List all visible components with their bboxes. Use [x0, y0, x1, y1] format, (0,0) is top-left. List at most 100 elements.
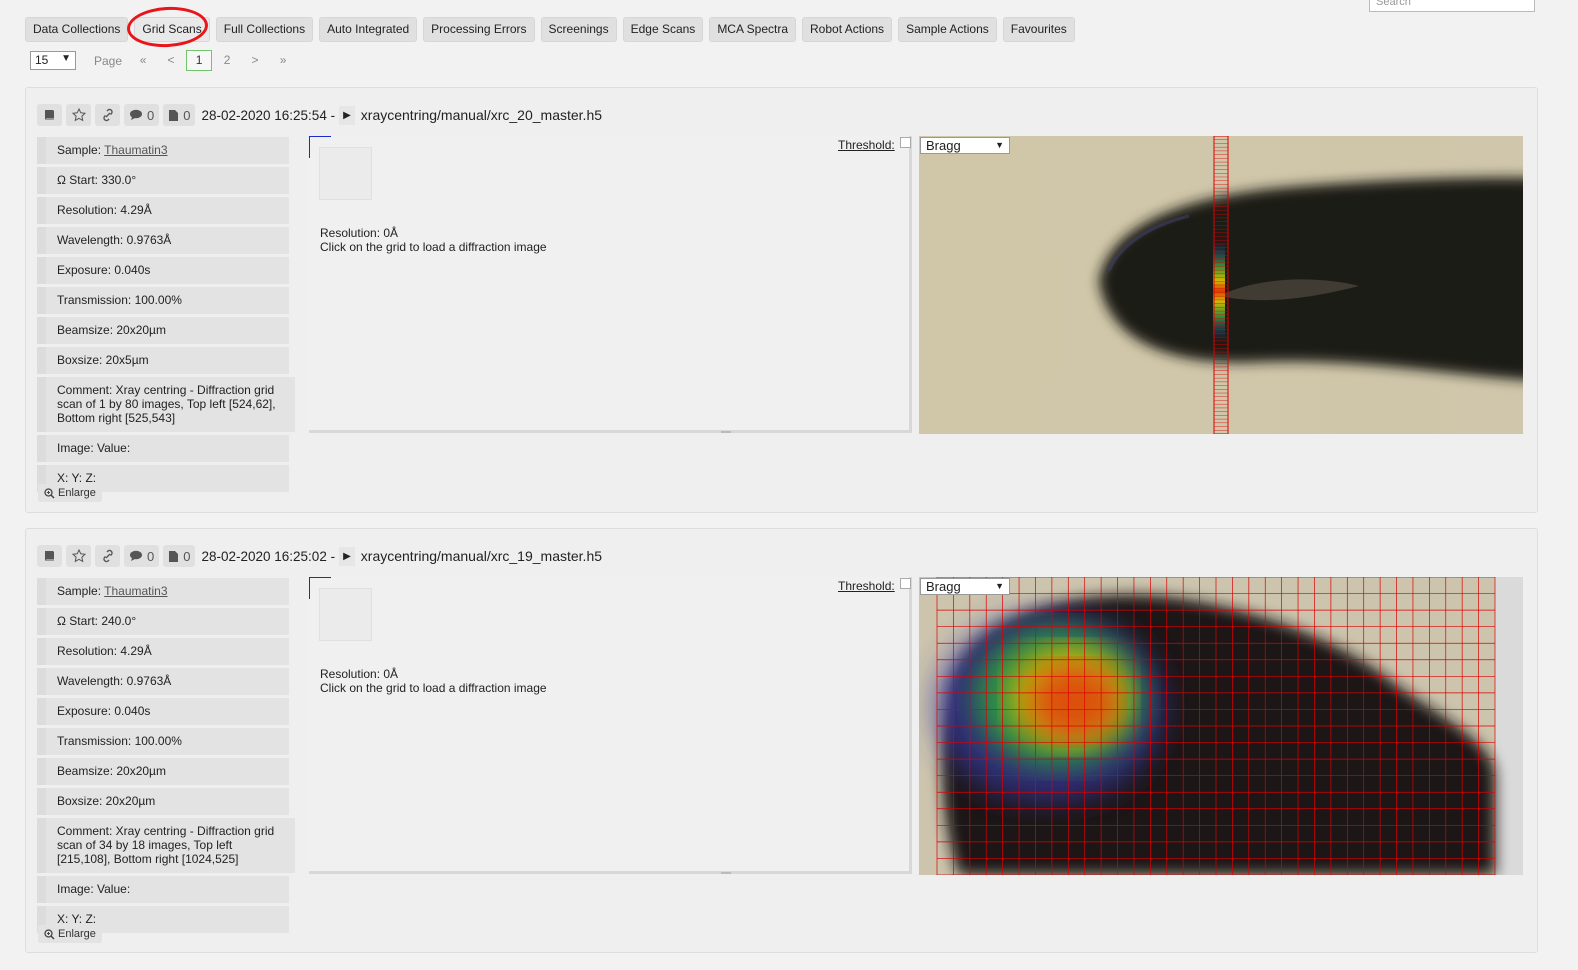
attachments-button[interactable]: 0	[163, 104, 196, 126]
caret-right-icon[interactable]: ▶	[339, 546, 355, 566]
wavelength: Wavelength: 0.9763Å	[37, 227, 289, 254]
link-icon	[102, 549, 113, 563]
grid-scan-view[interactable]: Bragg ▼	[919, 136, 1523, 434]
tab-mca-spectra[interactable]: MCA Spectra	[709, 17, 797, 42]
image-value: Image: Value:	[37, 876, 289, 903]
tab-robot-actions[interactable]: Robot Actions	[802, 17, 893, 42]
tab-processing-errors[interactable]: Processing Errors	[423, 17, 535, 42]
comment: Comment: Xray centring - Diffraction gri…	[37, 818, 295, 873]
image-value: Image: Value:	[37, 435, 289, 462]
first-page-button[interactable]: «	[130, 50, 156, 71]
tab-data-collections[interactable]: Data Collections	[25, 17, 129, 42]
grid-scan-view[interactable]: Bragg ▼	[919, 577, 1523, 875]
link-icon	[102, 108, 113, 122]
attachment-count: 0	[183, 107, 191, 123]
boxsize: Boxsize: 20x20µm	[37, 788, 289, 815]
diffraction-thumbnail[interactable]	[319, 588, 372, 641]
link-button[interactable]	[95, 104, 120, 126]
comment-count: 0	[147, 107, 155, 123]
beamsize: Beamsize: 20x20µm	[37, 758, 289, 785]
scrollbar[interactable]	[721, 872, 731, 874]
mode-select[interactable]: Bragg ▼	[920, 578, 1010, 595]
tab-favourites[interactable]: Favourites	[1002, 17, 1075, 42]
comment: Comment: Xray centring - Diffraction gri…	[37, 377, 295, 432]
enlarge-button[interactable]: Enlarge	[38, 484, 102, 502]
threshold-checkbox[interactable]	[899, 137, 911, 148]
page-1-button[interactable]: 1	[186, 50, 213, 71]
exposure: Exposure: 0.040s	[37, 257, 289, 284]
tab-full-collections[interactable]: Full Collections	[215, 17, 314, 42]
scrollbar[interactable]	[721, 431, 731, 433]
parameters-list: Sample: Thaumatin3 Ω Start: 240.0° Resol…	[37, 578, 299, 936]
pagination: 15 ▼ Page « < 1 2 > »	[30, 50, 298, 71]
star-icon	[71, 549, 86, 563]
book-icon	[45, 551, 54, 561]
tab-bar: Data Collections Grid Scans Full Collect…	[25, 17, 1075, 42]
zoom-icon	[44, 487, 55, 499]
logbook-button[interactable]	[37, 104, 62, 126]
file-icon	[169, 550, 179, 562]
favourite-button[interactable]	[66, 104, 91, 126]
resolution: Resolution: 4.29Å	[37, 197, 289, 224]
comments-button[interactable]: 0	[124, 104, 160, 126]
attachments-button[interactable]: 0	[163, 545, 196, 567]
threshold-control: Threshold:	[838, 137, 911, 152]
page-label: Page	[94, 53, 123, 68]
page-size-select[interactable]: 15 ▼	[30, 51, 76, 70]
comment-icon	[130, 550, 142, 561]
mode-value: Bragg	[926, 138, 961, 153]
threshold-label: Threshold:	[838, 579, 895, 593]
tab-edge-scans[interactable]: Edge Scans	[622, 17, 704, 42]
panel-header: 0 0 28-02-2020 16:25:54 - ▶ xraycentring…	[37, 104, 602, 126]
threshold-label: Threshold:	[838, 138, 895, 152]
comments-button[interactable]: 0	[124, 545, 160, 567]
diffraction-thumbnail[interactable]	[319, 147, 372, 200]
threshold-control: Threshold:	[838, 578, 911, 593]
crystal-image	[919, 136, 1523, 434]
zoom-icon	[44, 928, 55, 940]
crystal-image	[919, 577, 1523, 875]
tab-auto-integrated[interactable]: Auto Integrated	[319, 17, 418, 42]
prev-page-button[interactable]: <	[158, 50, 184, 71]
sample-label: Sample:	[57, 584, 102, 598]
next-page-button[interactable]: >	[242, 50, 268, 71]
favourite-button[interactable]	[66, 545, 91, 567]
boxsize: Boxsize: 20x5µm	[37, 347, 289, 374]
tab-grid-scans[interactable]: Grid Scans	[134, 17, 210, 42]
page-size-value: 15	[35, 53, 49, 67]
sample-row: Sample: Thaumatin3	[37, 578, 289, 605]
beamsize: Beamsize: 20x20µm	[37, 317, 289, 344]
link-button[interactable]	[95, 545, 120, 567]
parameters-list: Sample: Thaumatin3 Ω Start: 330.0° Resol…	[37, 137, 299, 495]
logbook-button[interactable]	[37, 545, 62, 567]
enlarge-button[interactable]: Enlarge	[38, 925, 102, 943]
transmission: Transmission: 100.00%	[37, 728, 289, 755]
sample-link[interactable]: Thaumatin3	[104, 584, 167, 598]
tab-sample-actions[interactable]: Sample Actions	[898, 17, 997, 42]
comment-count: 0	[147, 548, 155, 564]
search-input[interactable]: Search	[1369, 0, 1535, 12]
sample-row: Sample: Thaumatin3	[37, 137, 289, 164]
diffraction-image-viewer[interactable]: Resolution: 0Å Click on the grid to load…	[309, 577, 912, 874]
mode-select[interactable]: Bragg ▼	[920, 137, 1010, 154]
diffraction-info: Resolution: 0Å Click on the grid to load…	[320, 226, 547, 254]
file-icon	[169, 109, 179, 121]
file-path: xraycentring/manual/xrc_19_master.h5	[360, 548, 603, 564]
page-2-button[interactable]: 2	[214, 50, 240, 71]
panel-header: 0 0 28-02-2020 16:25:02 - ▶ xraycentring…	[37, 545, 602, 567]
diffraction-image-viewer[interactable]: Resolution: 0Å Click on the grid to load…	[309, 136, 912, 433]
enlarge-label: Enlarge	[58, 928, 96, 940]
sample-link[interactable]: Thaumatin3	[104, 143, 167, 157]
caret-right-icon[interactable]: ▶	[339, 105, 355, 125]
transmission: Transmission: 100.00%	[37, 287, 289, 314]
last-page-button[interactable]: »	[270, 50, 296, 71]
chevron-down-icon: ▼	[995, 581, 1004, 591]
diffraction-resolution: Resolution: 0Å	[320, 226, 399, 240]
book-icon	[45, 110, 54, 120]
star-icon	[71, 108, 86, 122]
threshold-checkbox[interactable]	[899, 578, 911, 589]
collection-date: 28-02-2020 16:25:54 -	[201, 107, 336, 123]
diffraction-hint: Click on the grid to load a diffraction …	[320, 240, 547, 254]
tab-screenings[interactable]: Screenings	[540, 17, 617, 42]
enlarge-label: Enlarge	[58, 487, 96, 499]
